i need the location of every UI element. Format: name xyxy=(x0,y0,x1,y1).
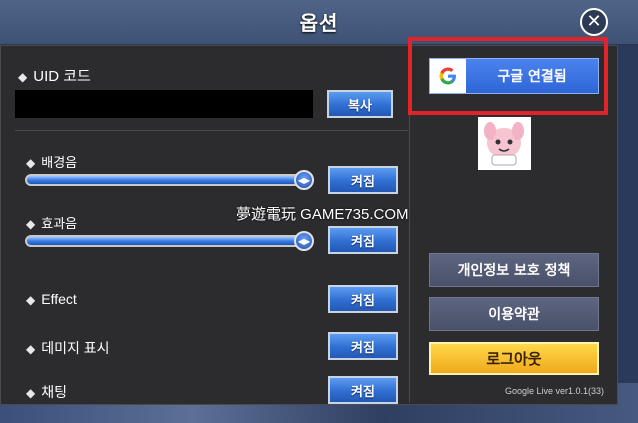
watermark-text: 夢遊電玩 GAME735.COM xyxy=(236,206,409,223)
google-g-icon xyxy=(430,59,466,93)
damage-label-text: 데미지 표시 xyxy=(41,340,110,356)
uid-label-text: UID 코드 xyxy=(33,68,91,85)
effect-label: ◆ Effect xyxy=(26,291,77,307)
version-text: Google Live ver1.0.1(33) xyxy=(504,386,604,396)
sfx-slider-handle[interactable]: ◀▶ xyxy=(294,231,314,251)
uid-value-box xyxy=(15,90,313,118)
close-button[interactable]: ✕ xyxy=(580,8,608,36)
sfx-label: ◆ 효과음 xyxy=(26,213,77,232)
diamond-bullet-icon: ◆ xyxy=(18,70,28,84)
bgm-label-text: 배경음 xyxy=(41,155,78,170)
bgm-label: ◆ 배경음 xyxy=(26,152,77,171)
diamond-bullet-icon: ◆ xyxy=(26,156,36,170)
effect-toggle-button[interactable]: 켜짐 xyxy=(328,285,398,313)
privacy-policy-button[interactable]: 개인정보 보호 정책 xyxy=(429,253,599,287)
uid-divider xyxy=(15,130,408,131)
logout-button[interactable]: 로그아웃 xyxy=(429,342,599,375)
bgm-slider-handle[interactable]: ◀▶ xyxy=(294,170,314,190)
terms-button[interactable]: 이용약관 xyxy=(429,297,599,331)
page-title: 옵션 xyxy=(299,11,339,35)
avatar xyxy=(478,117,531,170)
effect-label-text: Effect xyxy=(41,291,77,307)
chat-label: ◆ 채팅 xyxy=(26,382,67,402)
google-connect-button[interactable]: 구글 연결됨 xyxy=(429,58,599,94)
diamond-bullet-icon: ◆ xyxy=(26,342,36,356)
sfx-toggle-button[interactable]: 켜짐 xyxy=(328,226,398,254)
chat-toggle-button[interactable]: 켜짐 xyxy=(328,376,398,404)
chat-label-text: 채팅 xyxy=(41,384,67,400)
damage-label: ◆ 데미지 표시 xyxy=(26,338,110,358)
sfx-label-text: 효과음 xyxy=(41,216,78,231)
uid-label: ◆ UID 코드 xyxy=(18,65,91,86)
bgm-slider[interactable] xyxy=(25,174,309,186)
damage-toggle-button[interactable]: 켜짐 xyxy=(328,332,398,360)
copy-button[interactable]: 복사 xyxy=(327,90,393,118)
diamond-bullet-icon: ◆ xyxy=(26,386,36,400)
diamond-bullet-icon: ◆ xyxy=(26,293,36,307)
sfx-slider[interactable] xyxy=(25,235,309,247)
close-icon: ✕ xyxy=(586,11,602,32)
bgm-toggle-button[interactable]: 켜짐 xyxy=(328,166,398,194)
diamond-bullet-icon: ◆ xyxy=(26,217,36,231)
google-connect-label: 구글 연결됨 xyxy=(497,69,567,85)
